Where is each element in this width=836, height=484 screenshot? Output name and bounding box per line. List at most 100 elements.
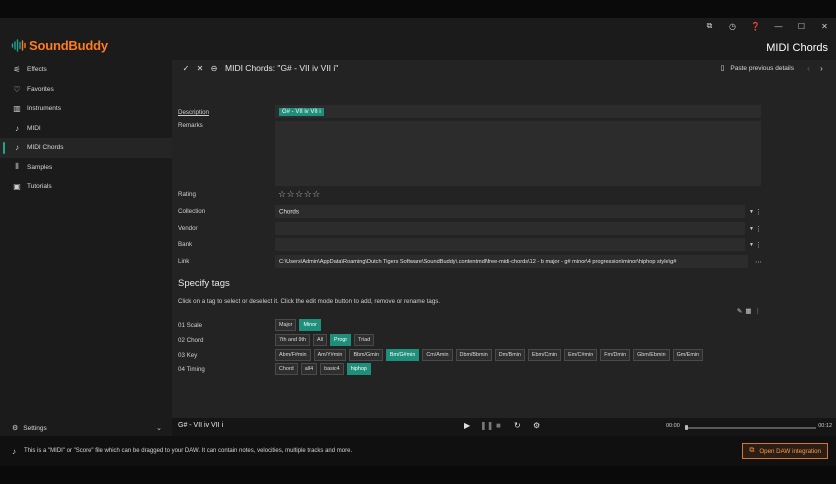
close-icon[interactable]: ✕ — [193, 64, 207, 73]
vendor-select[interactable]: ▼ ⋮ — [275, 222, 762, 235]
previous-icon[interactable]: ‹ — [802, 64, 815, 73]
bank-select[interactable]: ▼ ⋮ — [275, 238, 762, 251]
more-vertical-icon[interactable]: ⋮ — [755, 225, 762, 233]
player-settings-icon[interactable]: ⚙ — [533, 421, 540, 430]
open-daw-integration-button[interactable]: ⧉ Open DAW integration — [742, 443, 828, 459]
history-icon[interactable]: ◷ — [721, 22, 744, 31]
tag-chip[interactable]: Fm/Dmin — [600, 349, 631, 361]
sidebar-item-label: Effects — [27, 66, 47, 74]
remove-circle-icon[interactable]: ⊖ — [207, 64, 221, 73]
check-icon[interactable]: ✓ — [179, 64, 193, 73]
tags-hint: Click on a tag to select or deselect it.… — [178, 298, 441, 305]
link-input[interactable]: C:\Users\Admin\AppData\Roaming\Dutch Tig… — [275, 255, 762, 268]
daw-button-label: Open DAW integration — [759, 447, 821, 455]
tag-chip[interactable]: Am/Y#min — [313, 349, 347, 361]
description-input[interactable]: G# - VII iv VII i — [275, 105, 761, 118]
tag-chip[interactable]: hiphop — [346, 363, 371, 375]
sidebar-item-instruments[interactable]: ▥ Instruments — [0, 99, 172, 119]
sliders-icon: ⚟ — [13, 65, 21, 75]
vendor-label: Vendor — [178, 225, 198, 232]
pause-icon[interactable]: ❚❚ — [480, 421, 493, 430]
tag-chips: Chord all4 basic4 hiphop — [275, 363, 371, 375]
help-icon[interactable]: ❓ — [744, 22, 767, 31]
player-title: G# - VII iv VII i — [178, 422, 224, 429]
piano-icon: ▥ — [13, 104, 21, 114]
tag-chip[interactable]: Chord — [275, 363, 298, 375]
tag-row: 03 Key Abm/F#min Am/Y#min Bbm/Gmin Bm/G#min C… — [172, 348, 761, 362]
sidebar: ⚟ Effects ♡ Favorites ▥ Instruments ♪ MIDI ♪ MIDI… — [0, 60, 172, 424]
tag-chip[interactable]: all4 — [300, 363, 318, 375]
clipboard-icon[interactable]: ▯ — [721, 64, 725, 72]
seek-knob[interactable] — [685, 425, 688, 430]
settings-menu[interactable]: ⚙ Settings ⌄ — [0, 420, 172, 436]
sidebar-item-label: Instruments — [27, 105, 61, 113]
more-vertical-icon[interactable]: ⋮ — [755, 241, 762, 249]
sidebar-item-label: Samples — [27, 163, 53, 171]
tag-chip[interactable]: Ebm/Cmin — [527, 349, 562, 361]
collection-label: Collection — [178, 208, 206, 215]
tag-chip[interactable]: Triad — [354, 334, 375, 346]
tag-chip[interactable]: Cm/Amin — [422, 349, 453, 361]
sidebar-item-effects[interactable]: ⚟ Effects — [0, 60, 172, 80]
grid-icon[interactable]: ▦ — [745, 307, 751, 315]
tag-chip[interactable]: Progr — [329, 334, 352, 346]
tag-chip[interactable]: Minor — [299, 319, 321, 331]
next-icon[interactable]: › — [815, 64, 828, 73]
heart-icon: ♡ — [13, 84, 21, 94]
tag-row: 04 Timing Chord all4 basic4 hiphop — [172, 362, 761, 376]
tag-chip[interactable]: Major — [275, 319, 297, 331]
sidebar-item-midi[interactable]: ♪ MIDI — [0, 119, 172, 139]
tag-chip[interactable]: Abm/F#min — [275, 349, 311, 361]
rating-stars[interactable]: ☆☆☆☆☆ — [278, 189, 321, 200]
sidebar-item-favorites[interactable]: ♡ Favorites — [0, 80, 172, 100]
tag-chip[interactable]: Dbm/Bbmin — [455, 349, 492, 361]
tag-row-label: 02 Chord — [178, 336, 204, 344]
edit-icon[interactable]: ✎ — [737, 307, 742, 315]
time-current: 00:00 — [666, 423, 680, 429]
player-bar: G# - VII iv VII i ▶ ❚❚ ■ ↻ ⚙ 00:00 00:12 — [172, 418, 836, 436]
close-icon[interactable]: ✕ — [813, 22, 836, 31]
status-bar: ♪ This is a "MIDI" or "Score" file which… — [0, 436, 836, 466]
soundwave-logo-icon — [11, 39, 26, 52]
external-link-icon: ⧉ — [749, 447, 755, 454]
page-title: MIDI Chords — [766, 42, 828, 54]
loop-icon[interactable]: ↻ — [514, 421, 521, 430]
tag-chip[interactable]: Gm/Emin — [672, 349, 704, 361]
more-vertical-icon[interactable]: ⋮ — [755, 208, 762, 216]
sidebar-item-label: MIDI Chords — [27, 144, 64, 152]
sidebar-item-samples[interactable]: ⦀ Samples — [0, 158, 172, 178]
tag-chips: 7th and 9th All Progr Triad — [275, 334, 375, 346]
gear-icon: ⚙ — [12, 425, 19, 432]
play-icon[interactable]: ▶ — [464, 421, 470, 430]
tag-chip[interactable]: All — [312, 334, 327, 346]
sidebar-item-tutorials[interactable]: ▣ Tutorials — [0, 177, 172, 197]
tag-chip[interactable]: 7th and 9th — [275, 334, 310, 346]
minimize-icon[interactable]: — — [767, 22, 790, 31]
stop-icon[interactable]: ■ — [496, 421, 501, 430]
music-note-icon: ♪ — [12, 446, 16, 456]
remarks-textarea[interactable] — [275, 121, 761, 186]
tag-chip[interactable]: Bbm/Gmin — [349, 349, 383, 361]
waveform-icon: ⦀ — [15, 162, 19, 172]
tag-chip[interactable]: basic4 — [320, 363, 344, 375]
more-vertical-icon[interactable]: ⋮ — [755, 307, 762, 315]
tag-chip[interactable]: Em/C#min — [564, 349, 598, 361]
sidebar-item-label: Favorites — [27, 85, 54, 93]
description-label: Description — [178, 109, 209, 116]
collection-select[interactable]: Chords ▼ ⋮ — [275, 205, 762, 218]
dropdown-arrow-icon: ▼ — [749, 225, 754, 232]
tag-chips: Abm/F#min Am/Y#min Bbm/Gmin Bm/G#min Cm/Amin… — [275, 349, 704, 361]
sidebar-item-midi-chords[interactable]: ♪ MIDI Chords — [0, 138, 172, 158]
app-window: ⧉ ◷ ❓ — ☐ ✕ SoundBuddy MIDI Chords ⚟ Effe… — [0, 18, 836, 466]
more-horizontal-icon[interactable]: ⋯ — [755, 258, 762, 266]
paste-previous-button[interactable]: Paste previous details — [730, 65, 794, 72]
tag-tools: ✎ ▦ ⋮ — [737, 307, 761, 315]
seek-slider[interactable] — [685, 425, 816, 430]
window-controls: ⧉ ◷ ❓ — ☐ ✕ — [698, 18, 836, 34]
tag-chip[interactable]: Gbm/Ebmin — [633, 349, 670, 361]
maximize-icon[interactable]: ☐ — [790, 22, 813, 31]
tag-chip[interactable]: Dm/Bmin — [494, 349, 525, 361]
tag-chip[interactable]: Bm/G#min — [385, 349, 420, 361]
link-label: Link — [178, 258, 190, 265]
popout-icon[interactable]: ⧉ — [698, 21, 721, 31]
